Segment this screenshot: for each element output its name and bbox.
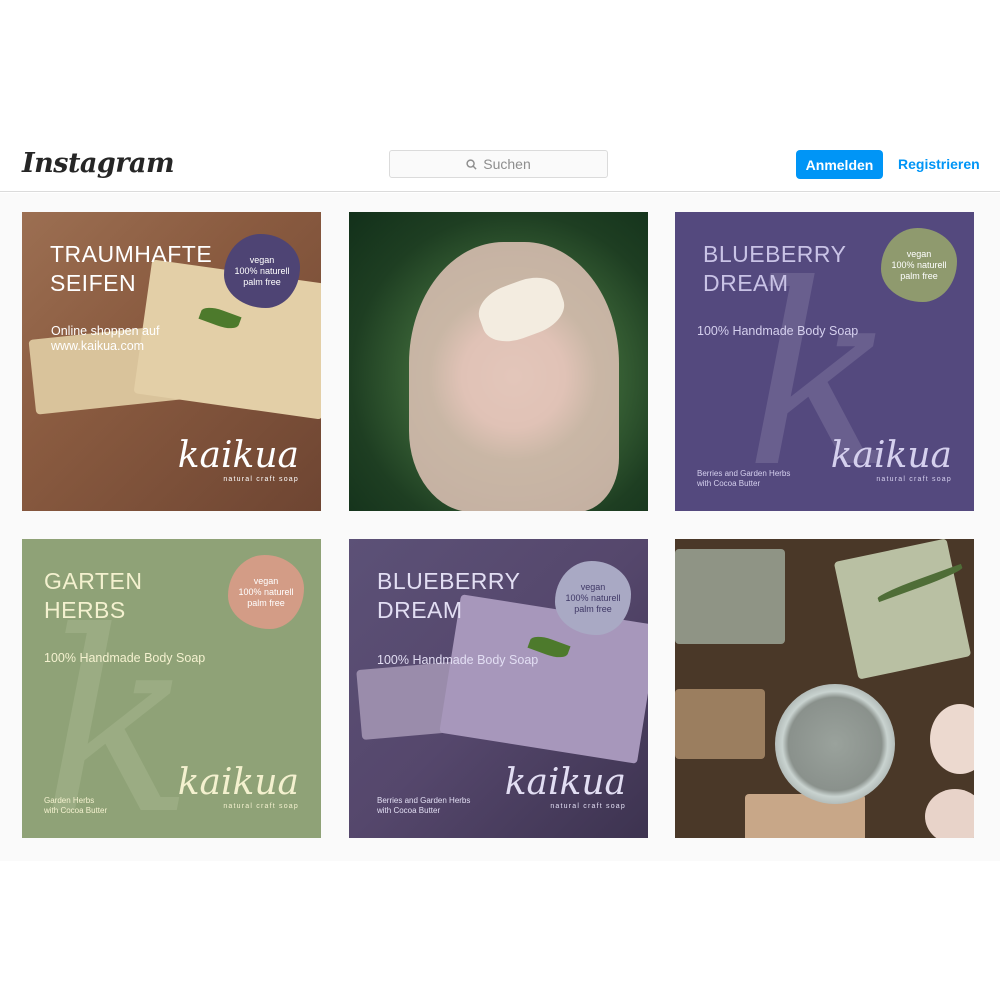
soap-bar-image	[675, 689, 765, 759]
product-description-line: Berries and Garden Herbs	[377, 796, 471, 805]
brand-tagline: natural craft soap	[223, 803, 299, 810]
search-input[interactable]: Suchen	[389, 150, 608, 178]
top-navigation-bar: Instagram Suchen Anmelden Registrieren	[0, 138, 1000, 192]
vegan-badge: vegan 100% naturell palm free	[881, 228, 957, 302]
instagram-logo[interactable]: Instagram	[22, 148, 175, 179]
product-description: Berries and Garden Herbs with Cocoa Butt…	[377, 796, 470, 816]
brand-name: kaikua	[504, 762, 626, 803]
soap-bar-image	[833, 539, 972, 680]
post-subtitle-line: Online shoppen auf	[51, 324, 160, 338]
brand-logo: kaikua natural craft soap	[830, 435, 952, 484]
badge-line: vegan	[253, 575, 279, 586]
post-title: BLUEBERRY DREAM	[377, 567, 520, 625]
search-icon	[466, 158, 477, 170]
badge-line: vegan	[906, 248, 932, 259]
search-placeholder: Suchen	[483, 156, 531, 172]
post-tile-blueberry-dream-photo[interactable]: BLUEBERRY DREAM 100% Handmade Body Soap …	[349, 539, 648, 838]
vegan-badge: vegan 100% naturell palm free	[224, 234, 300, 308]
badge-line: vegan	[249, 254, 275, 265]
post-title-line: BLUEBERRY	[703, 241, 847, 267]
brand-name: kaikua	[177, 762, 299, 803]
brand-tagline: natural craft soap	[876, 476, 952, 483]
brand-tagline: natural craft soap	[550, 803, 626, 810]
brand-name: kaikua	[177, 435, 299, 476]
badge-line: vegan	[580, 581, 606, 592]
post-title-line: SEIFEN	[50, 270, 137, 296]
brand-logo: kaikua natural craft soap	[177, 762, 299, 811]
post-title-line: TRAUMHAFTE	[50, 241, 213, 267]
post-title-line: GARTEN	[44, 568, 143, 594]
post-title-line: HERBS	[44, 597, 126, 623]
post-subtitle: 100% Handmade Body Soap	[377, 653, 539, 667]
brand-logo: kaikua natural craft soap	[177, 435, 299, 484]
post-title: BLUEBERRY DREAM	[703, 240, 846, 298]
post-title: TRAUMHAFTE SEIFEN	[50, 240, 212, 298]
post-title-line: BLUEBERRY	[377, 568, 521, 594]
rose-image	[925, 789, 974, 838]
post-title-line: DREAM	[703, 270, 789, 296]
post-tile-soaps-and-clay[interactable]	[675, 539, 974, 838]
badge-line: palm free	[574, 603, 612, 614]
post-tile-blueberry-dream[interactable]: k BLUEBERRY DREAM 100% Handmade Body Soa…	[675, 212, 974, 511]
rose-image	[930, 704, 974, 774]
brand-tagline: natural craft soap	[223, 476, 299, 483]
post-tile-hands-with-soap[interactable]	[349, 212, 648, 511]
post-title-line: DREAM	[377, 597, 463, 623]
badge-line: palm free	[900, 270, 938, 281]
product-description: Garden Herbs with Cocoa Butter	[44, 796, 107, 816]
product-description: Berries and Garden Herbs with Cocoa Butt…	[697, 469, 790, 489]
product-description-line: with Cocoa Butter	[697, 479, 761, 488]
vegan-badge: vegan 100% naturell palm free	[555, 561, 631, 635]
brand-name: kaikua	[830, 435, 952, 476]
login-button[interactable]: Anmelden	[796, 150, 883, 179]
clay-bowl-image	[775, 684, 895, 804]
badge-line: palm free	[247, 597, 285, 608]
badge-line: 100% naturell	[238, 586, 294, 597]
post-tile-traumhafte-seifen[interactable]: TRAUMHAFTE SEIFEN Online shoppen auf www…	[22, 212, 321, 511]
badge-line: 100% naturell	[565, 592, 621, 603]
register-link[interactable]: Registrieren	[898, 156, 980, 172]
badge-line: palm free	[243, 276, 281, 287]
product-description-line: with Cocoa Butter	[44, 806, 108, 815]
badge-line: 100% naturell	[891, 259, 947, 270]
product-description-line: Berries and Garden Herbs	[697, 469, 791, 478]
post-subtitle-line: www.kaikua.com	[51, 339, 145, 353]
vegan-badge: vegan 100% naturell palm free	[228, 555, 304, 629]
product-description-line: Garden Herbs	[44, 796, 95, 805]
post-title: GARTEN HERBS	[44, 567, 142, 625]
post-subtitle: Online shoppen auf www.kaikua.com	[51, 324, 159, 354]
product-description-line: with Cocoa Butter	[377, 806, 441, 815]
post-subtitle: 100% Handmade Body Soap	[44, 651, 206, 665]
soap-bar-image	[675, 549, 785, 644]
post-tile-garten-herbs[interactable]: k GARTEN HERBS 100% Handmade Body Soap v…	[22, 539, 321, 838]
post-subtitle: 100% Handmade Body Soap	[697, 324, 859, 338]
brand-logo: kaikua natural craft soap	[504, 762, 626, 811]
badge-line: 100% naturell	[234, 265, 290, 276]
